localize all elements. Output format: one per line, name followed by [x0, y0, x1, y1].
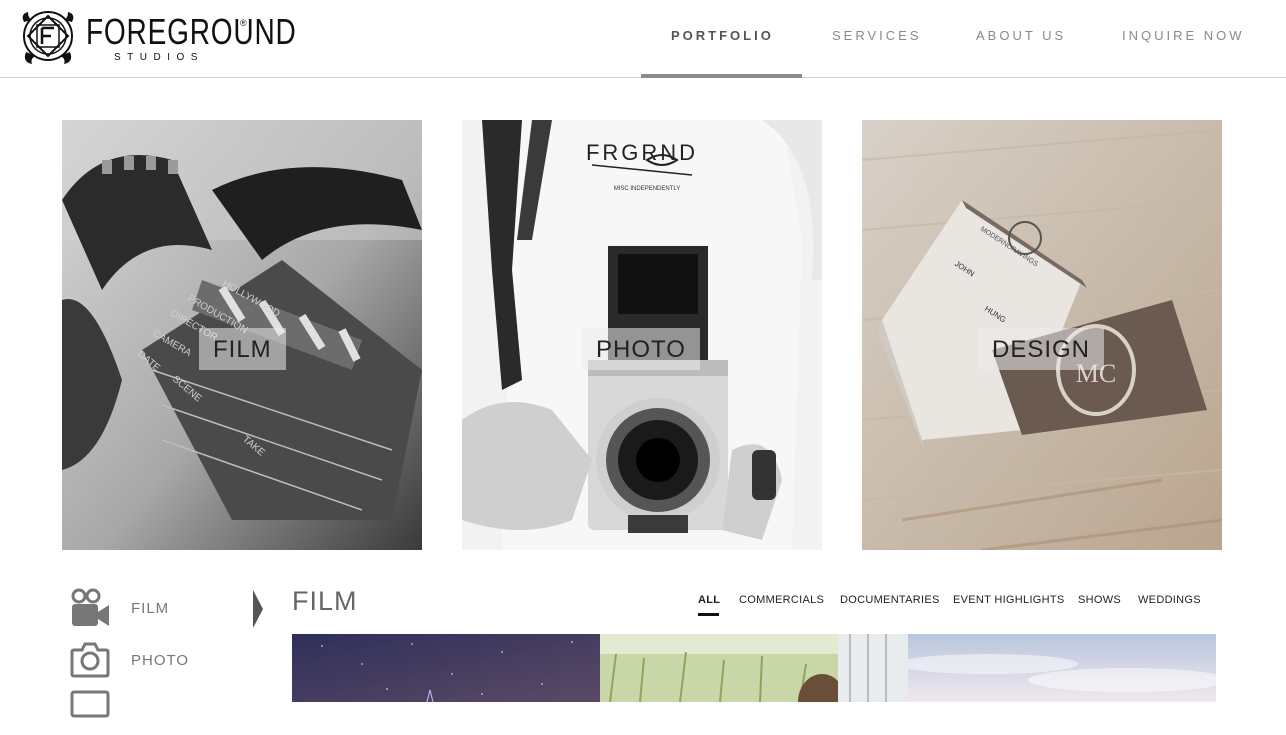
sidebar-active-arrow-icon — [253, 590, 263, 628]
camera-icon — [70, 640, 110, 680]
video-thumbnail[interactable] — [908, 634, 1216, 702]
brand-name: FOREGROUND — [86, 11, 297, 52]
nav-inquire-now[interactable]: INQUIRE NOW — [1122, 28, 1245, 43]
nav-about-us[interactable]: ABOUT US — [976, 28, 1066, 43]
filter-weddings[interactable]: WEDDINGS — [1138, 594, 1201, 606]
brand-subtitle: STUDIOS — [114, 52, 204, 63]
section-title: FILM — [292, 586, 358, 616]
monitor-icon — [70, 690, 110, 730]
category-label-photo: PHOTO — [582, 328, 700, 370]
shirt-tagline-text: MISC INDEPENDENTLY — [614, 186, 681, 192]
category-tile-design[interactable]: MODERNCRAVINGS JOHN HUNG MC DESIGN — [862, 120, 1222, 550]
category-tile-film[interactable]: HOLLYWOOD PRODUCTION DIRECTOR CAMERA DAT… — [62, 120, 422, 550]
meadow-thumbnail-image — [600, 634, 908, 702]
video-thumbnail[interactable] — [292, 634, 600, 702]
nav-active-indicator — [641, 74, 802, 78]
filter-active-underline — [698, 613, 719, 616]
filter-all[interactable]: ALL — [698, 594, 720, 606]
site-header: FOREGROUND ® STUDIOS PORTFOLIO SERVICES … — [0, 0, 1286, 78]
logo-emblem-icon[interactable] — [20, 8, 76, 66]
filter-commercials[interactable]: COMMERCIALS — [739, 594, 824, 606]
registered-mark: ® — [240, 18, 247, 28]
category-label-film: FILM — [199, 328, 286, 370]
filter-shows[interactable]: SHOWS — [1078, 594, 1121, 606]
nav-portfolio[interactable]: PORTFOLIO — [671, 28, 774, 43]
shirt-print-text: FRGRND — [586, 140, 698, 165]
sky-thumbnail-image — [908, 634, 1216, 702]
night-sky-thumbnail-image — [292, 634, 600, 702]
sidebar-label-photo: PHOTO — [131, 652, 190, 669]
video-camera-icon — [70, 588, 110, 628]
sidebar-label-film: FILM — [131, 600, 170, 617]
filter-documentaries[interactable]: DOCUMENTARIES — [840, 594, 940, 606]
category-label-design: DESIGN — [978, 328, 1105, 370]
video-thumbnail[interactable] — [600, 634, 908, 702]
nav-services[interactable]: SERVICES — [832, 28, 922, 43]
logo-wordmark[interactable]: FOREGROUND ® STUDIOS — [86, 11, 356, 64]
filter-event-highlights[interactable]: EVENT HIGHLIGHTS — [953, 594, 1065, 606]
category-tile-photo[interactable]: FRGRND MISC INDEPENDENTLY PHOTO — [462, 120, 822, 550]
